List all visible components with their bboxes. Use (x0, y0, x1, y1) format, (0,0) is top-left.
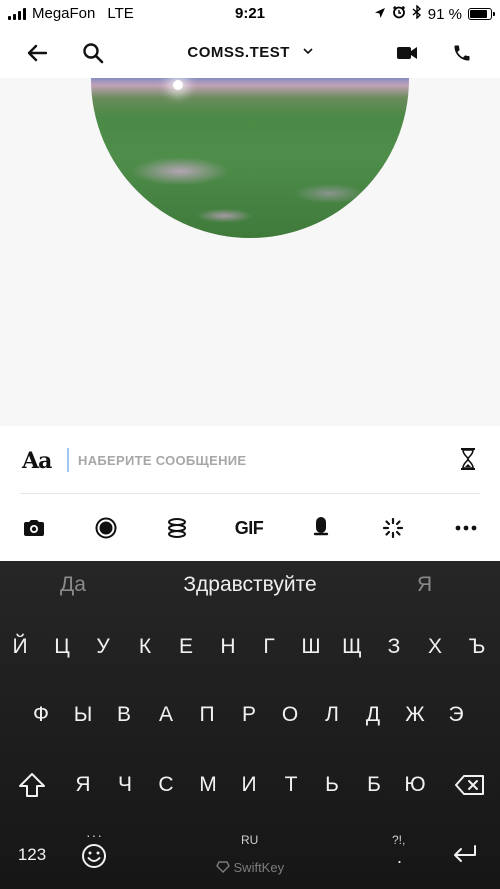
key[interactable]: С (146, 763, 186, 807)
key[interactable]: Ы (63, 693, 103, 737)
key[interactable]: З (374, 625, 414, 669)
text-format-button[interactable]: Aa (22, 448, 52, 474)
key[interactable]: Ц (42, 625, 82, 669)
key[interactable]: А (146, 693, 186, 737)
key[interactable]: Т (271, 763, 311, 807)
key[interactable]: Щ (332, 625, 372, 669)
spiral-icon[interactable] (161, 512, 193, 544)
more-icon[interactable] (450, 512, 482, 544)
key[interactable]: Й (0, 625, 40, 669)
key[interactable]: Ю (395, 763, 435, 807)
key[interactable]: К (125, 625, 165, 669)
gif-label: GIF (234, 517, 264, 538)
key[interactable]: Э (436, 693, 476, 737)
suggestion-right[interactable]: Я (417, 573, 432, 597)
key[interactable]: Л (312, 693, 352, 737)
key[interactable]: В (104, 693, 144, 737)
shift-key[interactable] (12, 763, 52, 807)
battery-percent: 91 % (427, 5, 462, 23)
key[interactable]: М (188, 763, 228, 807)
bluetooth-icon (412, 4, 422, 23)
key[interactable]: У (83, 625, 123, 669)
message-input[interactable] (78, 446, 438, 474)
punctuation-label: ?!, (392, 833, 406, 847)
brand-label: SwiftKey (233, 860, 285, 875)
conversation-title[interactable]: COMSS.TEST (0, 42, 500, 61)
key[interactable]: Ч (105, 763, 145, 807)
shared-photo[interactable] (91, 78, 409, 238)
phone-call-icon[interactable] (447, 38, 477, 68)
key[interactable]: О (270, 693, 310, 737)
keyboard-brand: SwiftKey (0, 860, 500, 875)
key[interactable]: Ж (395, 693, 435, 737)
key[interactable]: Ъ (457, 625, 497, 669)
microphone-icon[interactable] (305, 512, 337, 544)
battery-icon (468, 8, 495, 20)
key[interactable]: Б (354, 763, 394, 807)
text-caret (67, 448, 69, 472)
key[interactable]: Д (353, 693, 393, 737)
sun-highlight (173, 80, 183, 90)
key[interactable]: Г (249, 625, 289, 669)
message-thread (0, 78, 500, 426)
key[interactable]: Ь (312, 763, 352, 807)
key[interactable]: Ш (291, 625, 331, 669)
video-call-icon[interactable] (392, 38, 422, 68)
status-right: 91 % (374, 4, 495, 23)
hourglass-icon[interactable] (460, 448, 476, 475)
key[interactable]: Х (415, 625, 455, 669)
location-arrow-icon (374, 6, 386, 23)
gif-button[interactable]: GIF (233, 512, 265, 544)
record-icon[interactable] (90, 512, 122, 544)
status-bar: MegaFon LTE 9:21 91 % (0, 0, 500, 28)
key[interactable]: Ф (21, 693, 61, 737)
contact-name: COMSS.TEST (187, 44, 290, 61)
sparkle-icon[interactable] (377, 512, 409, 544)
composer-toolbar: GIF (0, 512, 500, 544)
chevron-down-icon (303, 42, 313, 59)
key[interactable]: Я (63, 763, 103, 807)
keyboard: Да Здравствуйте Я ЙЦУКЕНГШЩЗХЪ ФЫВАПРОЛД… (0, 561, 500, 889)
message-composer: Aa GIF (0, 426, 500, 561)
backspace-key[interactable] (448, 763, 492, 807)
key[interactable]: И (229, 763, 269, 807)
camera-icon[interactable] (18, 512, 50, 544)
key[interactable]: П (187, 693, 227, 737)
composer-divider (20, 493, 480, 494)
suggestion-bar: Да Здравствуйте Я (0, 573, 500, 603)
key[interactable]: Р (229, 693, 269, 737)
conversation-header: COMSS.TEST (0, 28, 500, 78)
key[interactable]: Е (166, 625, 206, 669)
key[interactable]: Н (208, 625, 248, 669)
alarm-icon (392, 5, 406, 23)
swiftkey-logo-icon (216, 860, 234, 875)
